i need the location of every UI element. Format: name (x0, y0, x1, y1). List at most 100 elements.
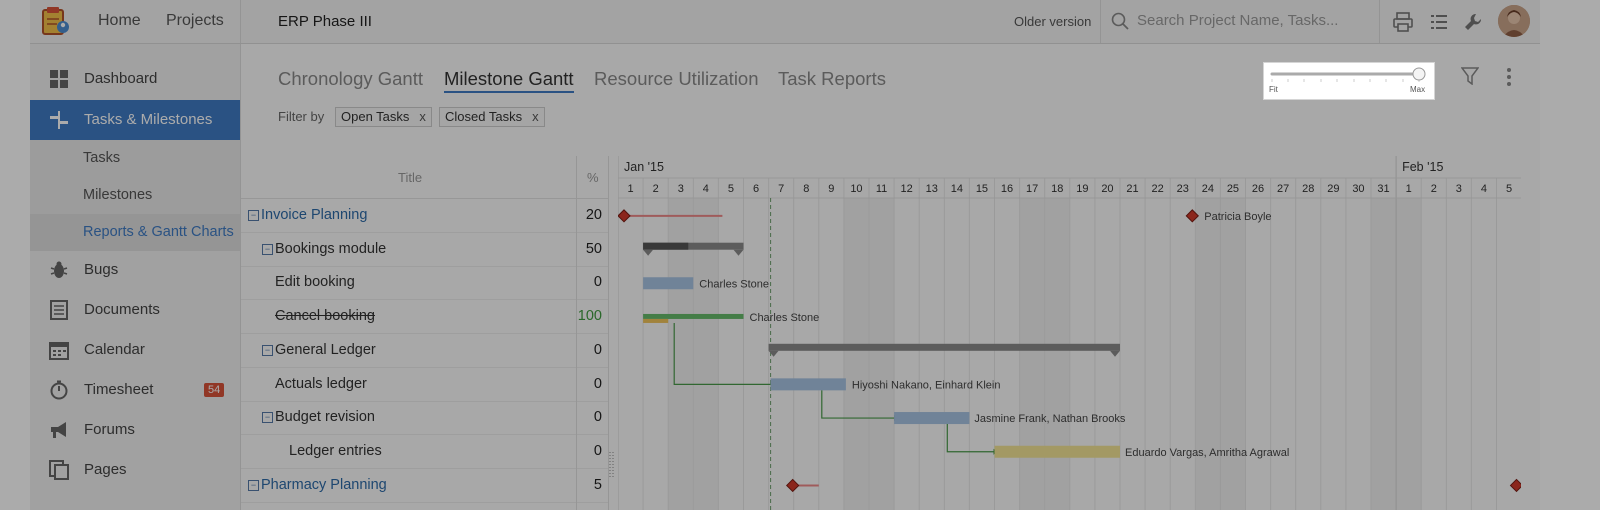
user-avatar[interactable] (1498, 5, 1530, 37)
splitter-handle-icon[interactable] (608, 450, 616, 480)
day-label: 23 (1177, 183, 1189, 195)
column-header-percent[interactable]: % (587, 170, 599, 185)
task-name[interactable]: General Ledger (275, 342, 376, 358)
task-name[interactable]: Cancel booking (275, 308, 375, 324)
sidebar-item-pages[interactable]: Pages (30, 450, 240, 490)
task-name[interactable]: Budget revision (275, 409, 375, 425)
collapse-toggle-icon[interactable]: − (248, 210, 259, 221)
group-progress-bar (643, 242, 689, 250)
app-logo-icon[interactable] (40, 5, 72, 37)
task-bar[interactable] (894, 412, 970, 425)
day-label: 3 (1456, 183, 1462, 195)
task-name[interactable]: Actuals ledger (275, 376, 367, 392)
sidebar-item-forums[interactable]: Forums (30, 410, 240, 450)
task-name[interactable]: Edit booking (275, 274, 355, 290)
task-name[interactable]: Invoice Planning (261, 207, 367, 223)
tab-task-reports[interactable]: Task Reports (778, 68, 886, 90)
day-label: 2 (1431, 183, 1437, 195)
search-box (1100, 0, 1380, 43)
more-options-icon[interactable] (1506, 67, 1512, 87)
weekend-column (1220, 198, 1246, 510)
chip-remove-button[interactable]: x (419, 109, 426, 124)
table-row[interactable]: − Bookings module 50 (241, 233, 608, 267)
tab-resource-utilization[interactable]: Resource Utilization (594, 68, 759, 90)
megaphone-icon (51, 422, 66, 438)
milestone-start-marker[interactable] (618, 209, 631, 223)
month-label: Jan '15 (624, 160, 664, 174)
sidebar-subitem-label: Tasks (83, 150, 121, 166)
older-version-link[interactable]: Older version (1014, 14, 1091, 29)
table-row[interactable]: Edit booking 0 (241, 266, 608, 301)
project-title[interactable]: ERP Phase III (278, 13, 372, 30)
weekend-column (1044, 198, 1070, 510)
sidebar-subitem-tasks[interactable]: Tasks (30, 140, 240, 177)
collapse-toggle-icon[interactable]: − (248, 479, 259, 491)
chip-label: Closed Tasks (445, 109, 523, 124)
nav-projects-link[interactable]: Projects (166, 12, 224, 30)
collapse-toggle-icon[interactable]: − (262, 243, 273, 255)
table-row[interactable]: − Invoice Planning 20 (241, 199, 608, 233)
day-label: 5 (1506, 183, 1512, 195)
column-header-title[interactable]: Title (398, 170, 422, 185)
sidebar-item-calendar[interactable]: Calendar (30, 330, 240, 370)
task-percent: 100 (577, 308, 602, 325)
milestone-end-marker[interactable] (1509, 478, 1522, 493)
group-bar-cap (643, 249, 654, 256)
list-view-icon[interactable] (1428, 11, 1450, 33)
group-summary-bar[interactable] (768, 343, 1120, 351)
table-row[interactable]: − General Ledger 0 (241, 334, 608, 368)
task-name[interactable]: Pharmacy Planning (261, 477, 387, 493)
chip-label: Open Tasks (341, 109, 410, 124)
bug-icon (50, 261, 68, 278)
collapse-toggle-icon[interactable]: − (262, 344, 273, 356)
column-divider (576, 156, 577, 510)
weekend-column (1396, 198, 1422, 510)
day-label: 8 (803, 183, 809, 195)
task-bar[interactable] (643, 313, 744, 319)
sidebar-subitem-reports-gantt[interactable]: Reports & Gantt Charts (30, 214, 240, 251)
day-label: 1 (627, 183, 633, 195)
collapse-toggle-icon[interactable]: − (262, 412, 273, 424)
day-label: 30 (1352, 183, 1364, 195)
task-bar[interactable] (994, 445, 1121, 458)
filter-chip-open-tasks[interactable]: Open Tasks x (335, 107, 432, 127)
weekend-column (1371, 198, 1397, 510)
sidebar-subitem-milestones[interactable]: Milestones (30, 177, 240, 214)
chip-remove-button[interactable]: x (532, 109, 539, 124)
sidebar-item-documents[interactable]: Documents (30, 290, 240, 330)
filter-chip-closed-tasks[interactable]: Closed Tasks x (439, 107, 545, 127)
nav-home-link[interactable]: Home (98, 12, 141, 30)
wrench-icon[interactable] (1462, 11, 1484, 33)
task-percent: 0 (593, 375, 602, 392)
sidebar-item-timesheet[interactable]: Timesheet 54 (30, 370, 240, 410)
table-row[interactable]: Ledger entries 0 (241, 435, 608, 469)
documents-icon (50, 300, 68, 320)
sidebar-item-dashboard[interactable]: Dashboard (30, 59, 240, 99)
task-percent: 0 (593, 341, 602, 358)
sidebar-item-tasks-milestones[interactable]: Tasks & Milestones (30, 100, 240, 140)
milestone-start-marker[interactable] (785, 478, 800, 493)
table-row[interactable]: Cancel booking 100 (241, 300, 608, 335)
sidebar-item-label: Documents (84, 301, 160, 318)
filter-funnel-icon[interactable] (1461, 67, 1479, 85)
task-bar[interactable] (770, 378, 846, 391)
zoom-slider-handle[interactable] (1412, 67, 1426, 81)
table-row[interactable]: Actuals ledger 0 (241, 368, 608, 402)
sidebar-item-label: Tasks & Milestones (84, 111, 213, 128)
day-label: 17 (1026, 183, 1038, 195)
tab-chronology-gantt[interactable]: Chronology Gantt (278, 68, 423, 90)
task-name[interactable]: Bookings module (275, 241, 386, 257)
task-bar[interactable] (643, 277, 694, 290)
sidebar-item-bugs[interactable]: Bugs (30, 250, 240, 290)
day-label: 26 (1252, 183, 1264, 195)
task-progress-bar (643, 318, 669, 323)
search-input[interactable] (1135, 11, 1369, 30)
table-row[interactable]: − Pharmacy Planning 5 (241, 469, 608, 503)
tab-milestone-gantt[interactable]: Milestone Gantt (444, 68, 574, 93)
task-name[interactable]: Ledger entries (289, 443, 382, 459)
table-row[interactable]: − Budget revision 0 (241, 401, 608, 436)
search-icon[interactable] (1111, 12, 1129, 30)
sidebar: Dashboard Tasks & Milestones Tasks Miles… (30, 44, 241, 510)
print-icon[interactable] (1392, 11, 1414, 33)
timesheet-count-badge: 54 (204, 383, 225, 397)
